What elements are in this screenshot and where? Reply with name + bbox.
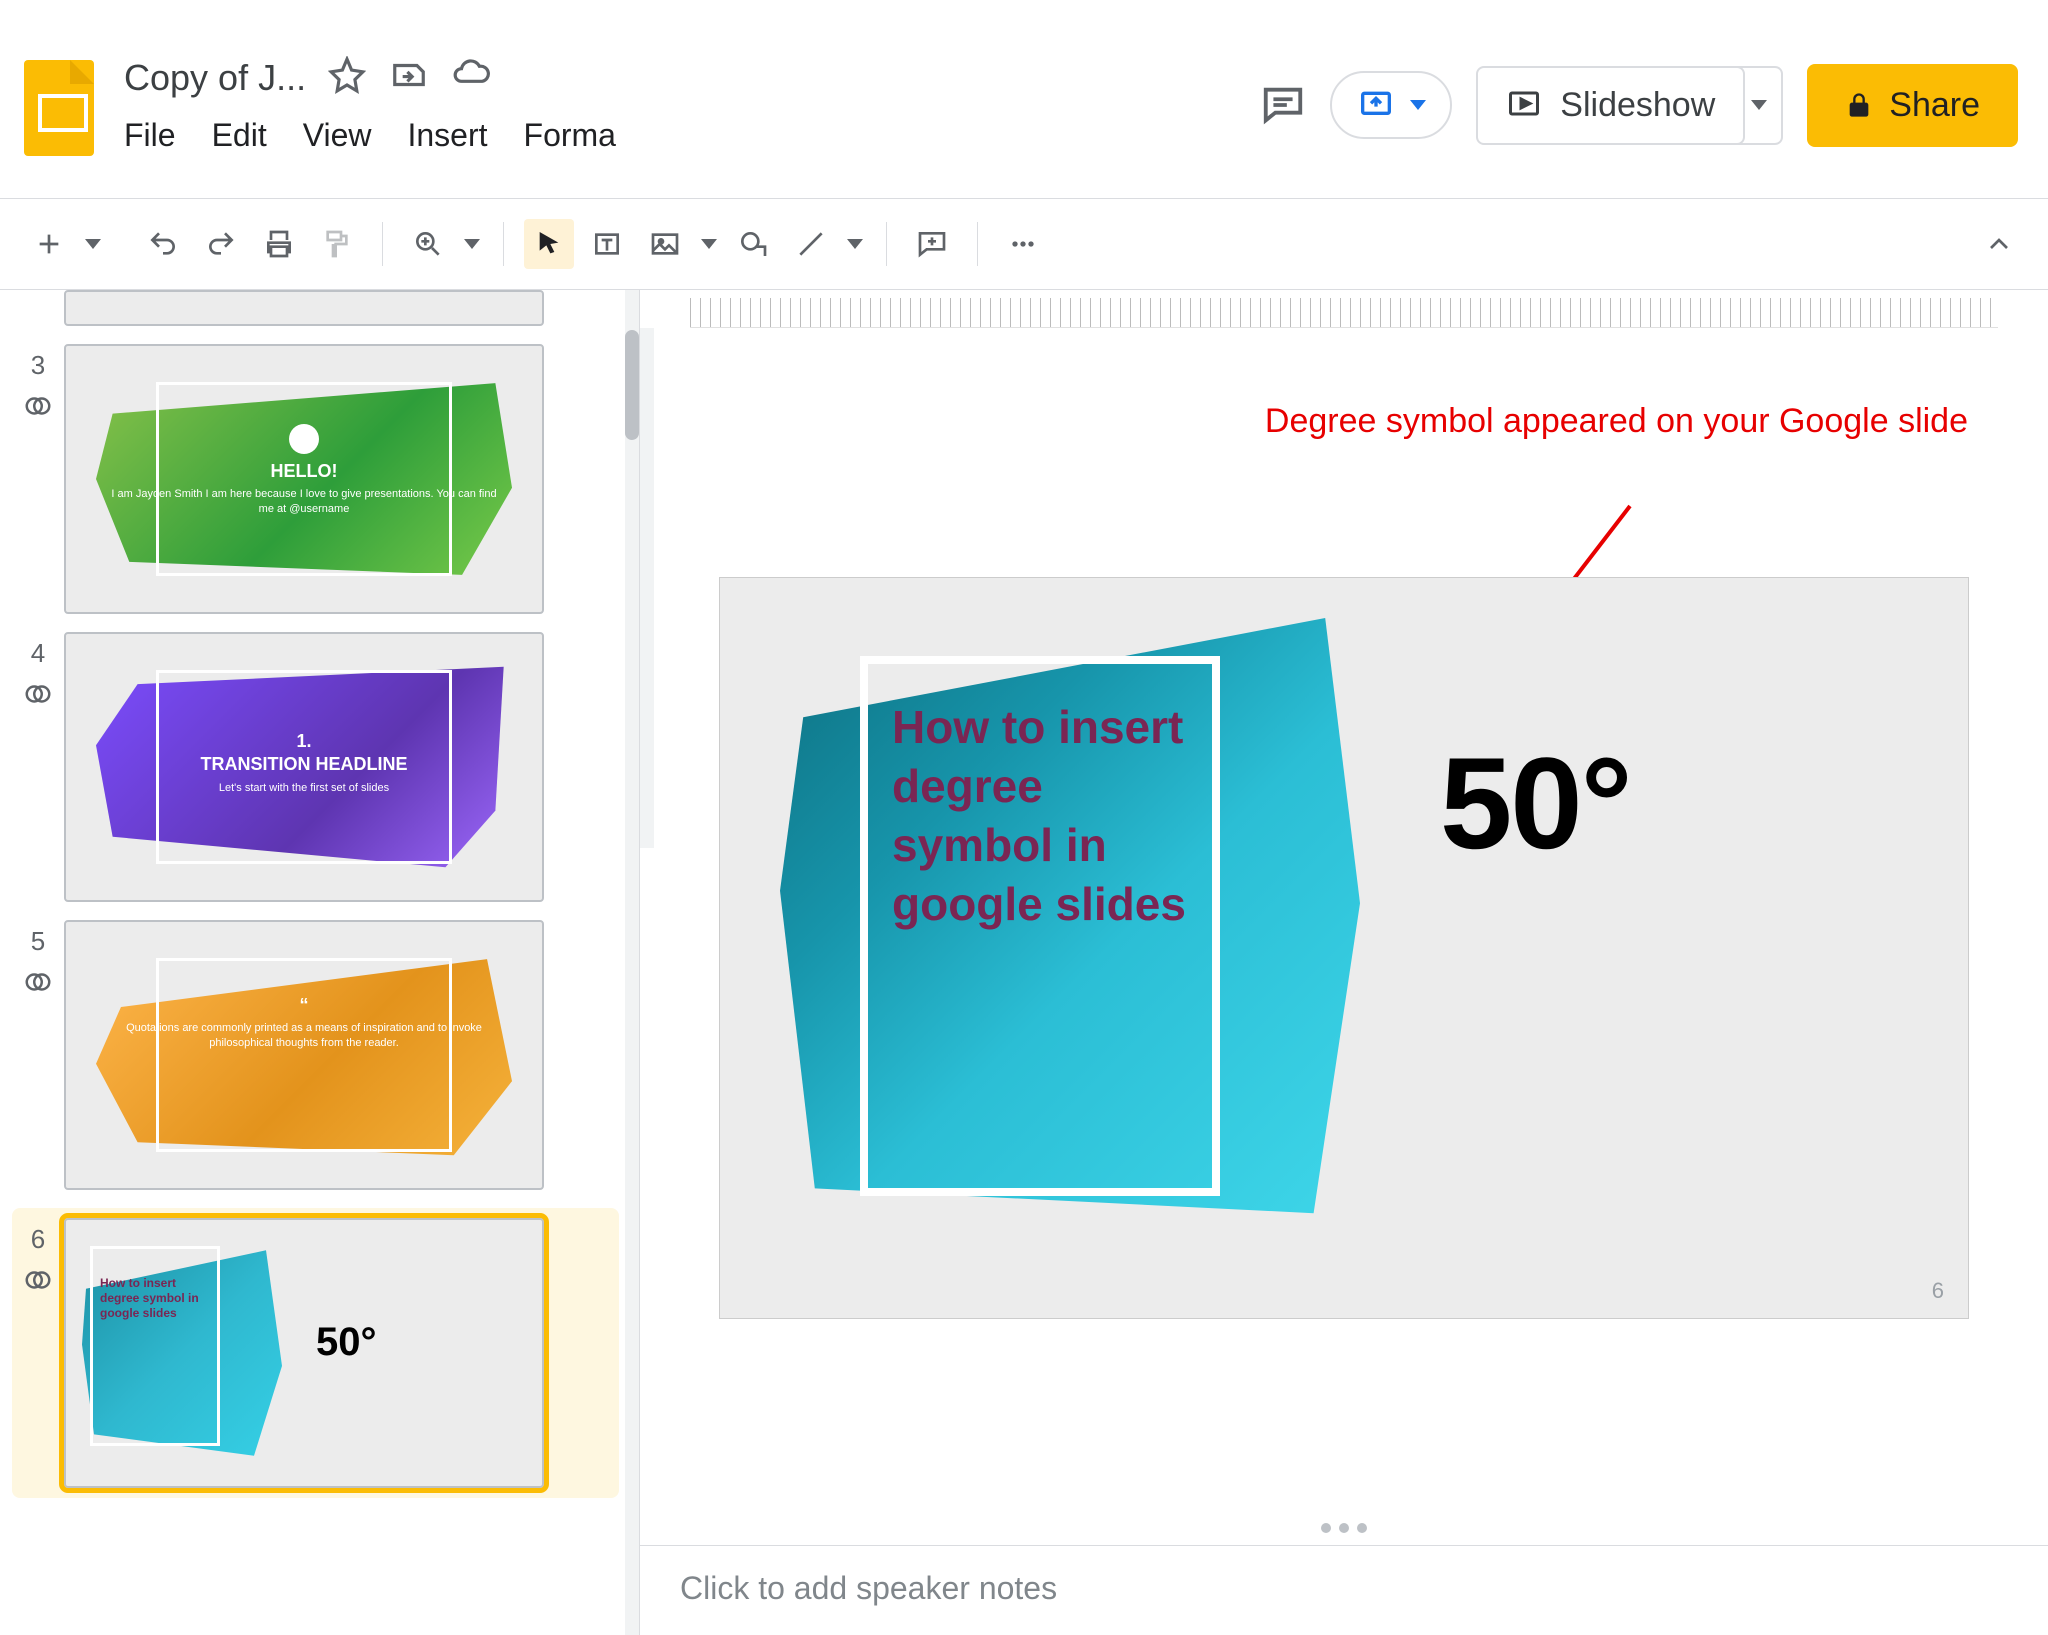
separator — [977, 222, 978, 266]
transition-icon — [23, 1265, 53, 1300]
line-button[interactable] — [786, 219, 836, 269]
transition-icon — [23, 391, 53, 426]
menu-bar: File Edit View Insert Forma — [124, 117, 1260, 154]
menu-file[interactable]: File — [124, 117, 176, 154]
slide-canvas[interactable]: How to insert degree symbol in google sl… — [720, 578, 1968, 1318]
annotation-text: Degree symbol appeared on your Google sl… — [1265, 400, 1968, 443]
collapse-toolbar-button[interactable] — [1974, 219, 2024, 269]
present-to-meeting-button[interactable] — [1330, 71, 1452, 139]
caret-down-icon — [1410, 100, 1426, 110]
transition-icon — [23, 967, 53, 1002]
document-title[interactable]: Copy of J... — [124, 57, 306, 99]
canvas-pager-dots — [1321, 1523, 1367, 1533]
line-caret[interactable] — [844, 239, 866, 249]
print-button[interactable] — [254, 219, 304, 269]
slide-entry-3[interactable]: 3 HELLO!I am Jayden Smith I am here beca… — [12, 344, 619, 614]
app-header: Copy of J... File Edit View Insert Forma — [0, 0, 2048, 198]
new-slide-button[interactable] — [24, 219, 74, 269]
speaker-notes-input[interactable]: Click to add speaker notes — [640, 1545, 2048, 1635]
image-button[interactable] — [640, 219, 690, 269]
filmstrip[interactable]: 3 HELLO!I am Jayden Smith I am here beca… — [0, 290, 640, 1635]
menu-view[interactable]: View — [303, 117, 372, 154]
cloud-save-icon[interactable] — [452, 56, 490, 99]
separator — [886, 222, 887, 266]
transition-icon — [23, 679, 53, 714]
menu-insert[interactable]: Insert — [407, 117, 487, 154]
open-comments-button[interactable] — [1260, 82, 1306, 128]
separator — [503, 222, 504, 266]
slide-entry-5[interactable]: 5 “Quotations are commonly printed as a … — [12, 920, 619, 1190]
horizontal-ruler[interactable] — [690, 298, 1998, 328]
slide-title-text[interactable]: How to insert degree symbol in google sl… — [892, 698, 1192, 934]
temperature-text[interactable]: 50° — [1440, 728, 1631, 878]
canvas-area: Degree symbol appeared on your Google sl… — [640, 290, 2048, 1635]
select-tool-button[interactable] — [524, 219, 574, 269]
undo-button[interactable] — [138, 219, 188, 269]
slideshow-label: Slideshow — [1560, 86, 1715, 125]
slide-number: 6 — [31, 1224, 45, 1255]
slide-thumbnail[interactable]: HELLO!I am Jayden Smith I am here becaus… — [64, 344, 544, 614]
slides-logo-icon[interactable] — [24, 60, 94, 156]
share-button[interactable]: Share — [1807, 64, 2018, 147]
slide-thumbnail[interactable]: How to insert degree symbol in google sl… — [64, 1218, 544, 1488]
redo-button[interactable] — [196, 219, 246, 269]
new-slide-caret[interactable] — [82, 239, 104, 249]
toolbar — [0, 198, 2048, 290]
menu-edit[interactable]: Edit — [212, 117, 267, 154]
image-caret[interactable] — [698, 239, 720, 249]
slide-entry-6[interactable]: 6 How to insert degree symbol in google … — [12, 1208, 619, 1498]
scrollbar-thumb[interactable] — [625, 330, 639, 440]
slide-page-number: 6 — [1932, 1278, 1944, 1304]
slide-number: 4 — [31, 638, 45, 669]
shape-button[interactable] — [728, 219, 778, 269]
slide-thumbnail-peek[interactable] — [64, 290, 544, 326]
slide-number: 3 — [31, 350, 45, 381]
add-comment-button[interactable] — [907, 219, 957, 269]
more-tools-button[interactable] — [998, 219, 1048, 269]
zoom-caret[interactable] — [461, 239, 483, 249]
share-label: Share — [1889, 86, 1980, 125]
menu-format[interactable]: Forma — [524, 117, 616, 154]
slideshow-options-button[interactable] — [1737, 66, 1783, 145]
slide-entry-4[interactable]: 4 1. TRANSITION HEADLINELet's start with… — [12, 632, 619, 902]
textbox-button[interactable] — [582, 219, 632, 269]
paint-format-button[interactable] — [312, 219, 362, 269]
separator — [382, 222, 383, 266]
slide-number: 5 — [31, 926, 45, 957]
zoom-button[interactable] — [403, 219, 453, 269]
star-icon[interactable] — [328, 56, 366, 99]
scrollbar-track[interactable] — [625, 290, 639, 1635]
slideshow-button[interactable]: Slideshow — [1476, 66, 1745, 145]
slide-thumbnail[interactable]: 1. TRANSITION HEADLINELet's start with t… — [64, 632, 544, 902]
slide-thumbnail[interactable]: “Quotations are commonly printed as a me… — [64, 920, 544, 1190]
move-icon[interactable] — [390, 56, 428, 99]
